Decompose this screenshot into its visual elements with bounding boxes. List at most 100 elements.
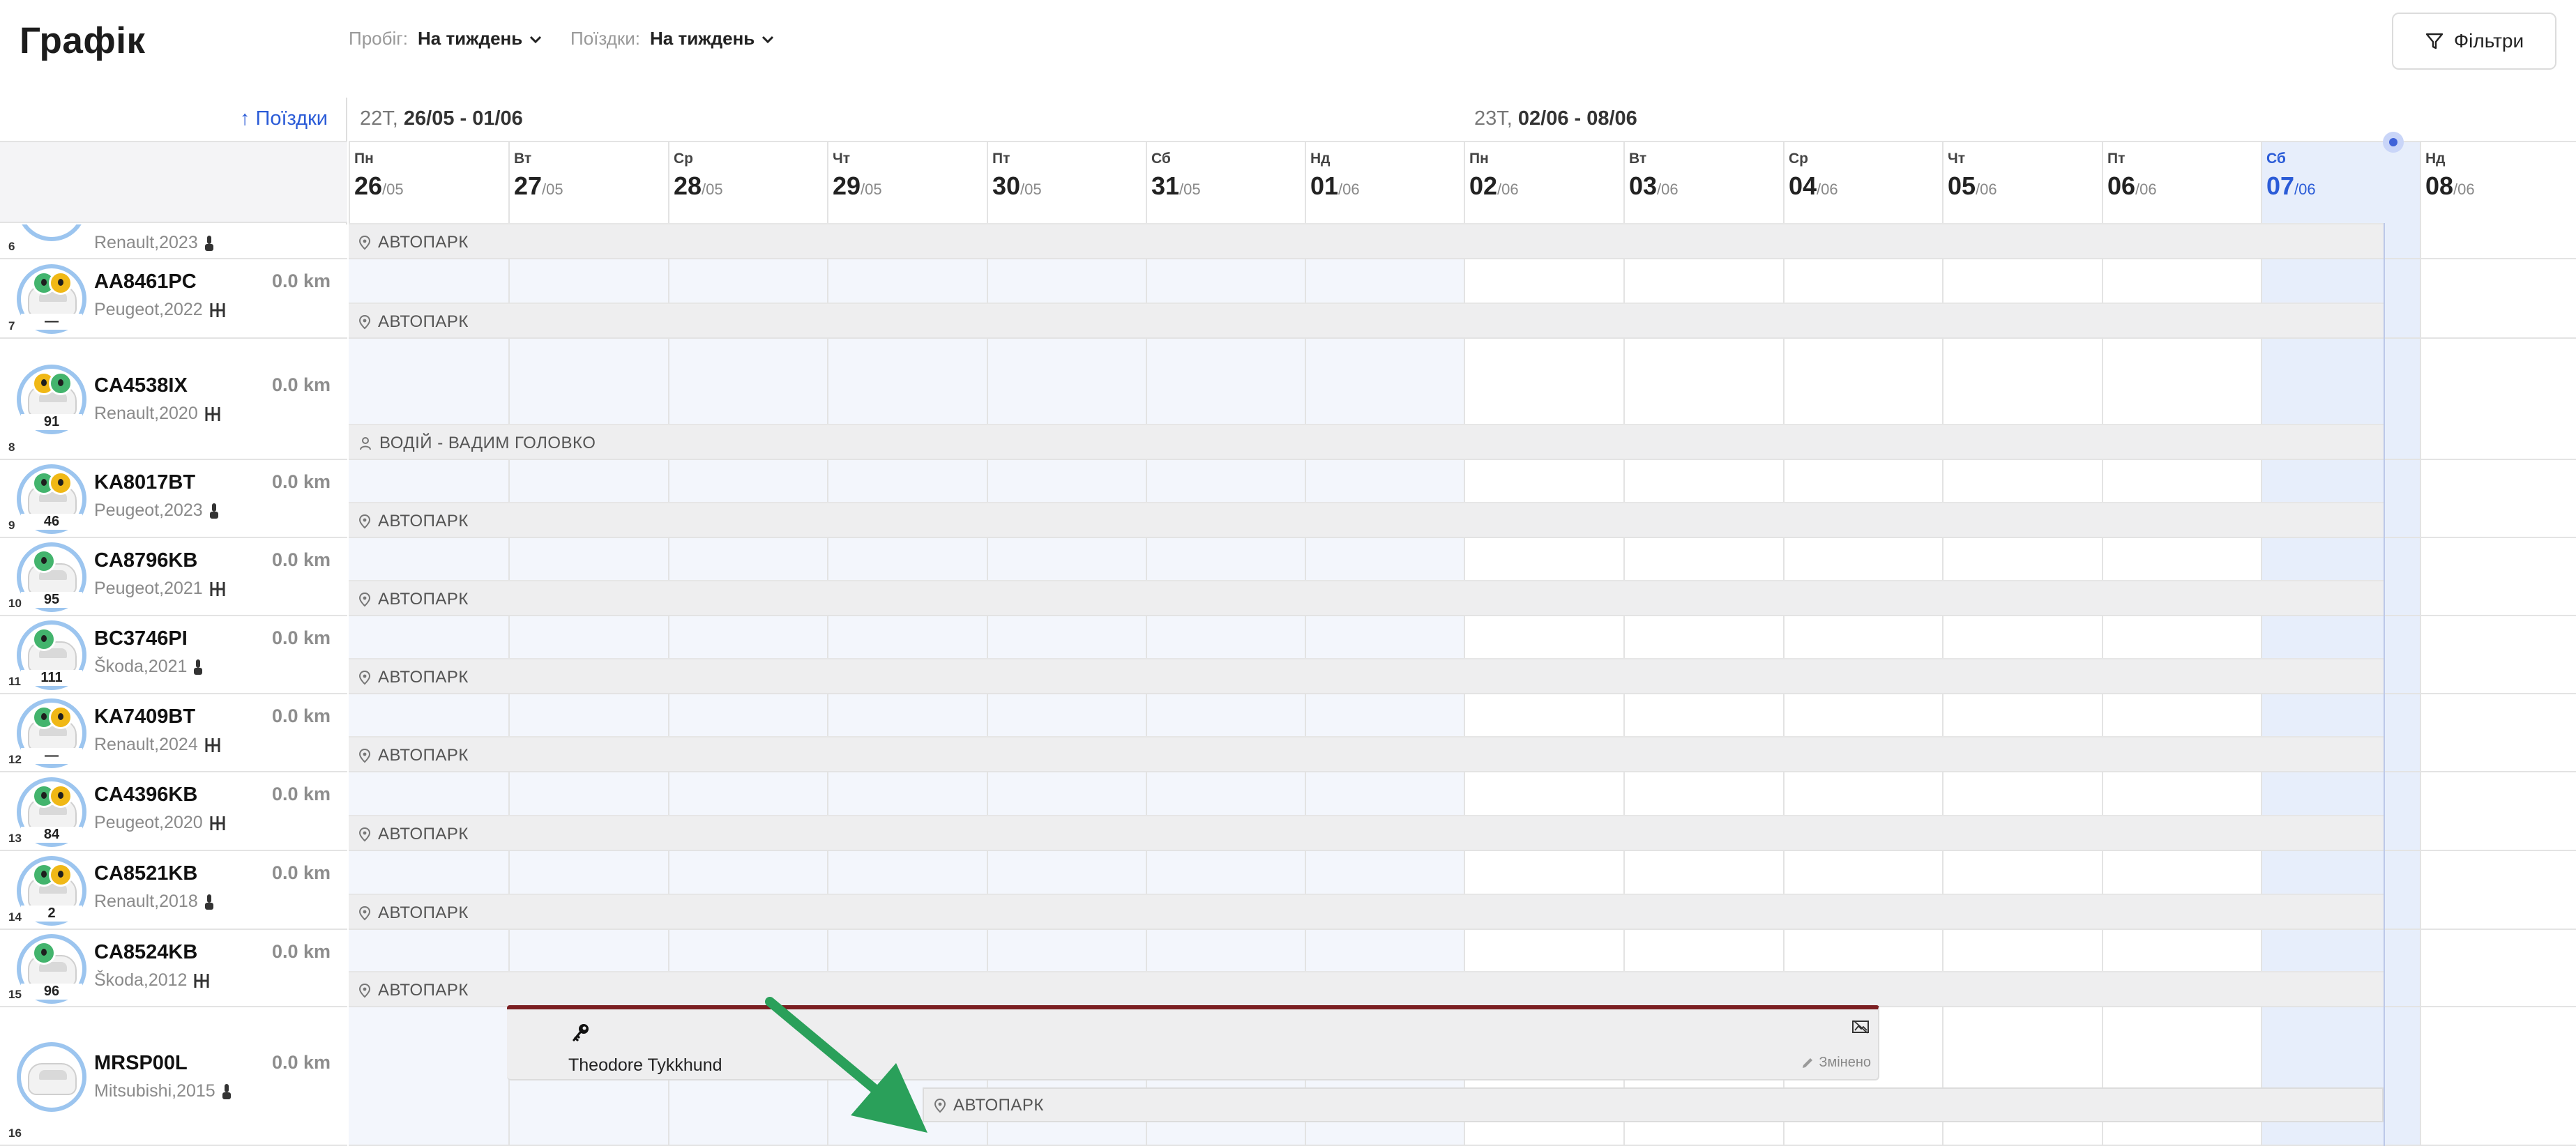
sub-label: АВТОПАРК: [358, 512, 469, 531]
filter-icon: [2425, 33, 2444, 49]
location-pin-icon: [358, 906, 371, 921]
manual-gearbox-icon: [210, 581, 225, 596]
vehicle-model: Peugeot,2020: [94, 813, 227, 833]
location-band[interactable]: АВТОПАРК: [349, 502, 2385, 537]
auto-gearbox-icon: [204, 235, 213, 251]
trips-label: Поїздки:: [570, 28, 641, 49]
day-name: Ср: [674, 151, 693, 167]
vehicle-model: Renault,2023: [94, 233, 215, 253]
vehicle-plate[interactable]: CA4538IX: [94, 374, 188, 397]
vehicle-plate[interactable]: BC3746PI: [94, 627, 188, 650]
day-name: Чт: [1948, 151, 1966, 167]
day-header[interactable]: Ср 04/06: [1783, 142, 1943, 224]
vehicle-plate[interactable]: CA8796KB: [94, 549, 197, 572]
calendar-row: АВТОПАРК: [349, 851, 2576, 930]
calendar-row: АВТОПАРК: [349, 538, 2576, 616]
day-header[interactable]: Пт 30/05: [987, 142, 1146, 224]
vehicle-row[interactable]: MRSP00L 0.0 km Mitsubishi,2015 16: [0, 1007, 347, 1146]
vehicle-row[interactable]: 2 CA8521KB 0.0 km Renault,2018 14: [0, 851, 347, 930]
vehicle-avatar: 84: [17, 777, 86, 847]
page-title: Графік: [20, 20, 146, 61]
vehicle-model: Škoda,2021: [94, 657, 204, 677]
vehicle-row[interactable]: 95 CA8796KB 0.0 km Peugeot,2021 10: [0, 538, 347, 616]
vehicle-plate[interactable]: CA8524KB: [94, 941, 197, 964]
day-header[interactable]: Сб 31/05: [1146, 142, 1305, 224]
location-band[interactable]: АВТОПАРК: [349, 815, 2385, 850]
booking-driver-name: Theodore Tykkhund: [568, 1055, 722, 1075]
day-header[interactable]: Пн 26/05: [349, 142, 508, 224]
location-band[interactable]: АВТОПАРК: [349, 971, 2385, 1006]
vehicle-plate[interactable]: KA8017BT: [94, 471, 195, 494]
trips-sort-link[interactable]: ↑ Поїздки: [240, 107, 328, 130]
day-header[interactable]: Нд 01/06: [1305, 142, 1464, 224]
row-index: 15: [8, 988, 22, 1001]
vehicle-mileage: 0.0 km: [271, 784, 331, 804]
row-index: 8: [8, 441, 15, 454]
filters-label: Фільтри: [2453, 30, 2524, 52]
vehicle-row[interactable]: 84 CA4396KB 0.0 km Peugeot,2020 13: [0, 772, 347, 851]
day-header[interactable]: Чт 29/05: [827, 142, 987, 224]
manual-gearbox-icon: [205, 738, 220, 752]
week-label-22: 22Т, 26/05 - 01/06: [360, 107, 523, 130]
location-band[interactable]: АВТОПАРК: [349, 658, 2385, 693]
vehicle-avatar: —: [17, 264, 86, 334]
day-header[interactable]: Вт 03/06: [1623, 142, 1783, 224]
day-header[interactable]: Пн 02/06: [1464, 142, 1623, 224]
day-header[interactable]: Нд 08/06: [2420, 142, 2576, 224]
booking-location-band: АВТОПАРК: [923, 1087, 2384, 1122]
day-header[interactable]: Вт 27/05: [508, 142, 668, 224]
sub-label: АВТОПАРК: [358, 312, 469, 332]
vehicle-row[interactable]: — KA7409BT 0.0 km Renault,2024 12: [0, 694, 347, 772]
trips-filter[interactable]: Поїздки: На тиждень: [570, 28, 775, 49]
mileage-filter[interactable]: Пробіг: На тиждень: [349, 28, 543, 49]
vehicle-row[interactable]: 96 CA8524KB 0.0 km Škoda,2012 15: [0, 930, 347, 1007]
row-index: 11: [8, 675, 21, 688]
vehicle-row[interactable]: 46 KA8017BT 0.0 km Peugeot,2023 9: [0, 460, 347, 538]
sub-label: АВТОПАРК: [358, 903, 469, 923]
calendar-row: АВТОПАРК: [349, 223, 2576, 259]
vehicle-row[interactable]: — AA8461PC 0.0 km Peugeot,2022 7: [0, 259, 347, 339]
location-band[interactable]: ВОДІЙ - ВАДИМ ГОЛОВКО: [349, 424, 2385, 459]
location-band[interactable]: АВТОПАРК: [349, 303, 2385, 337]
day-header[interactable]: Чт 05/06: [1942, 142, 2102, 224]
vehicle-avatar: —: [17, 698, 86, 768]
day-name: Вт: [514, 151, 532, 167]
auto-gearbox-icon: [204, 894, 213, 910]
location-band[interactable]: АВТОПАРК: [349, 223, 2385, 258]
day-date: 02/06: [1469, 171, 1519, 200]
manual-gearbox-icon: [210, 816, 225, 830]
calendar-row: АВТОПАРК: [349, 616, 2576, 694]
schedule-page: { "header": { "title": "Графік", "mileag…: [0, 0, 2576, 1146]
location-band[interactable]: АВТОПАРК: [349, 736, 2385, 771]
location-pin-icon: [358, 235, 371, 250]
vehicle-model: Peugeot,2022: [94, 300, 227, 320]
day-header[interactable]: Пт 06/06: [2102, 142, 2261, 224]
vehicle-plate[interactable]: AA8461PC: [94, 270, 197, 293]
vehicle-plate[interactable]: CA4396KB: [94, 784, 197, 807]
day-header[interactable]: Сб 07/06: [2261, 142, 2420, 224]
vehicle-avatar: 111: [17, 620, 86, 690]
vehicle-mileage: 0.0 km: [271, 941, 331, 962]
vehicle-row[interactable]: Renault,2023 6: [0, 224, 347, 259]
filters-button[interactable]: Фільтри: [2392, 13, 2556, 70]
day-date: 31/05: [1151, 171, 1201, 200]
vehicle-row[interactable]: 111 BC3746PI 0.0 km Škoda,2021 11: [0, 616, 347, 694]
location-band[interactable]: АВТОПАРК: [349, 580, 2385, 615]
location-pin-icon: [358, 592, 371, 607]
location-band[interactable]: АВТОПАРК: [349, 894, 2385, 929]
sub-label: АВТОПАРК: [358, 233, 469, 252]
image-off-icon: [1852, 1020, 1869, 1034]
yellow-status-badge: [49, 784, 73, 808]
day-name: Сб: [1151, 151, 1171, 167]
vehicle-avatar: 2: [17, 856, 86, 926]
vehicle-avatar: 91: [17, 365, 86, 434]
vehicle-plate[interactable]: MRSP00L: [94, 1052, 188, 1075]
vehicle-row[interactable]: 91 CA4538IX 0.0 km Renault,2020 8: [0, 339, 347, 460]
day-header[interactable]: Ср 28/05: [668, 142, 828, 224]
day-date: 06/06: [2107, 171, 2157, 200]
booking-block[interactable]: Theodore Tykkhund Змінено: [507, 1005, 1879, 1080]
vehicle-plate[interactable]: KA7409BT: [94, 705, 195, 728]
calendar-row: АВТОПАРК: [349, 460, 2576, 538]
vehicle-plate[interactable]: CA8521KB: [94, 862, 197, 885]
calendar-grid: 22Т, 26/05 - 01/06 23Т, 02/06 - 08/06 Пн…: [349, 98, 2576, 1146]
